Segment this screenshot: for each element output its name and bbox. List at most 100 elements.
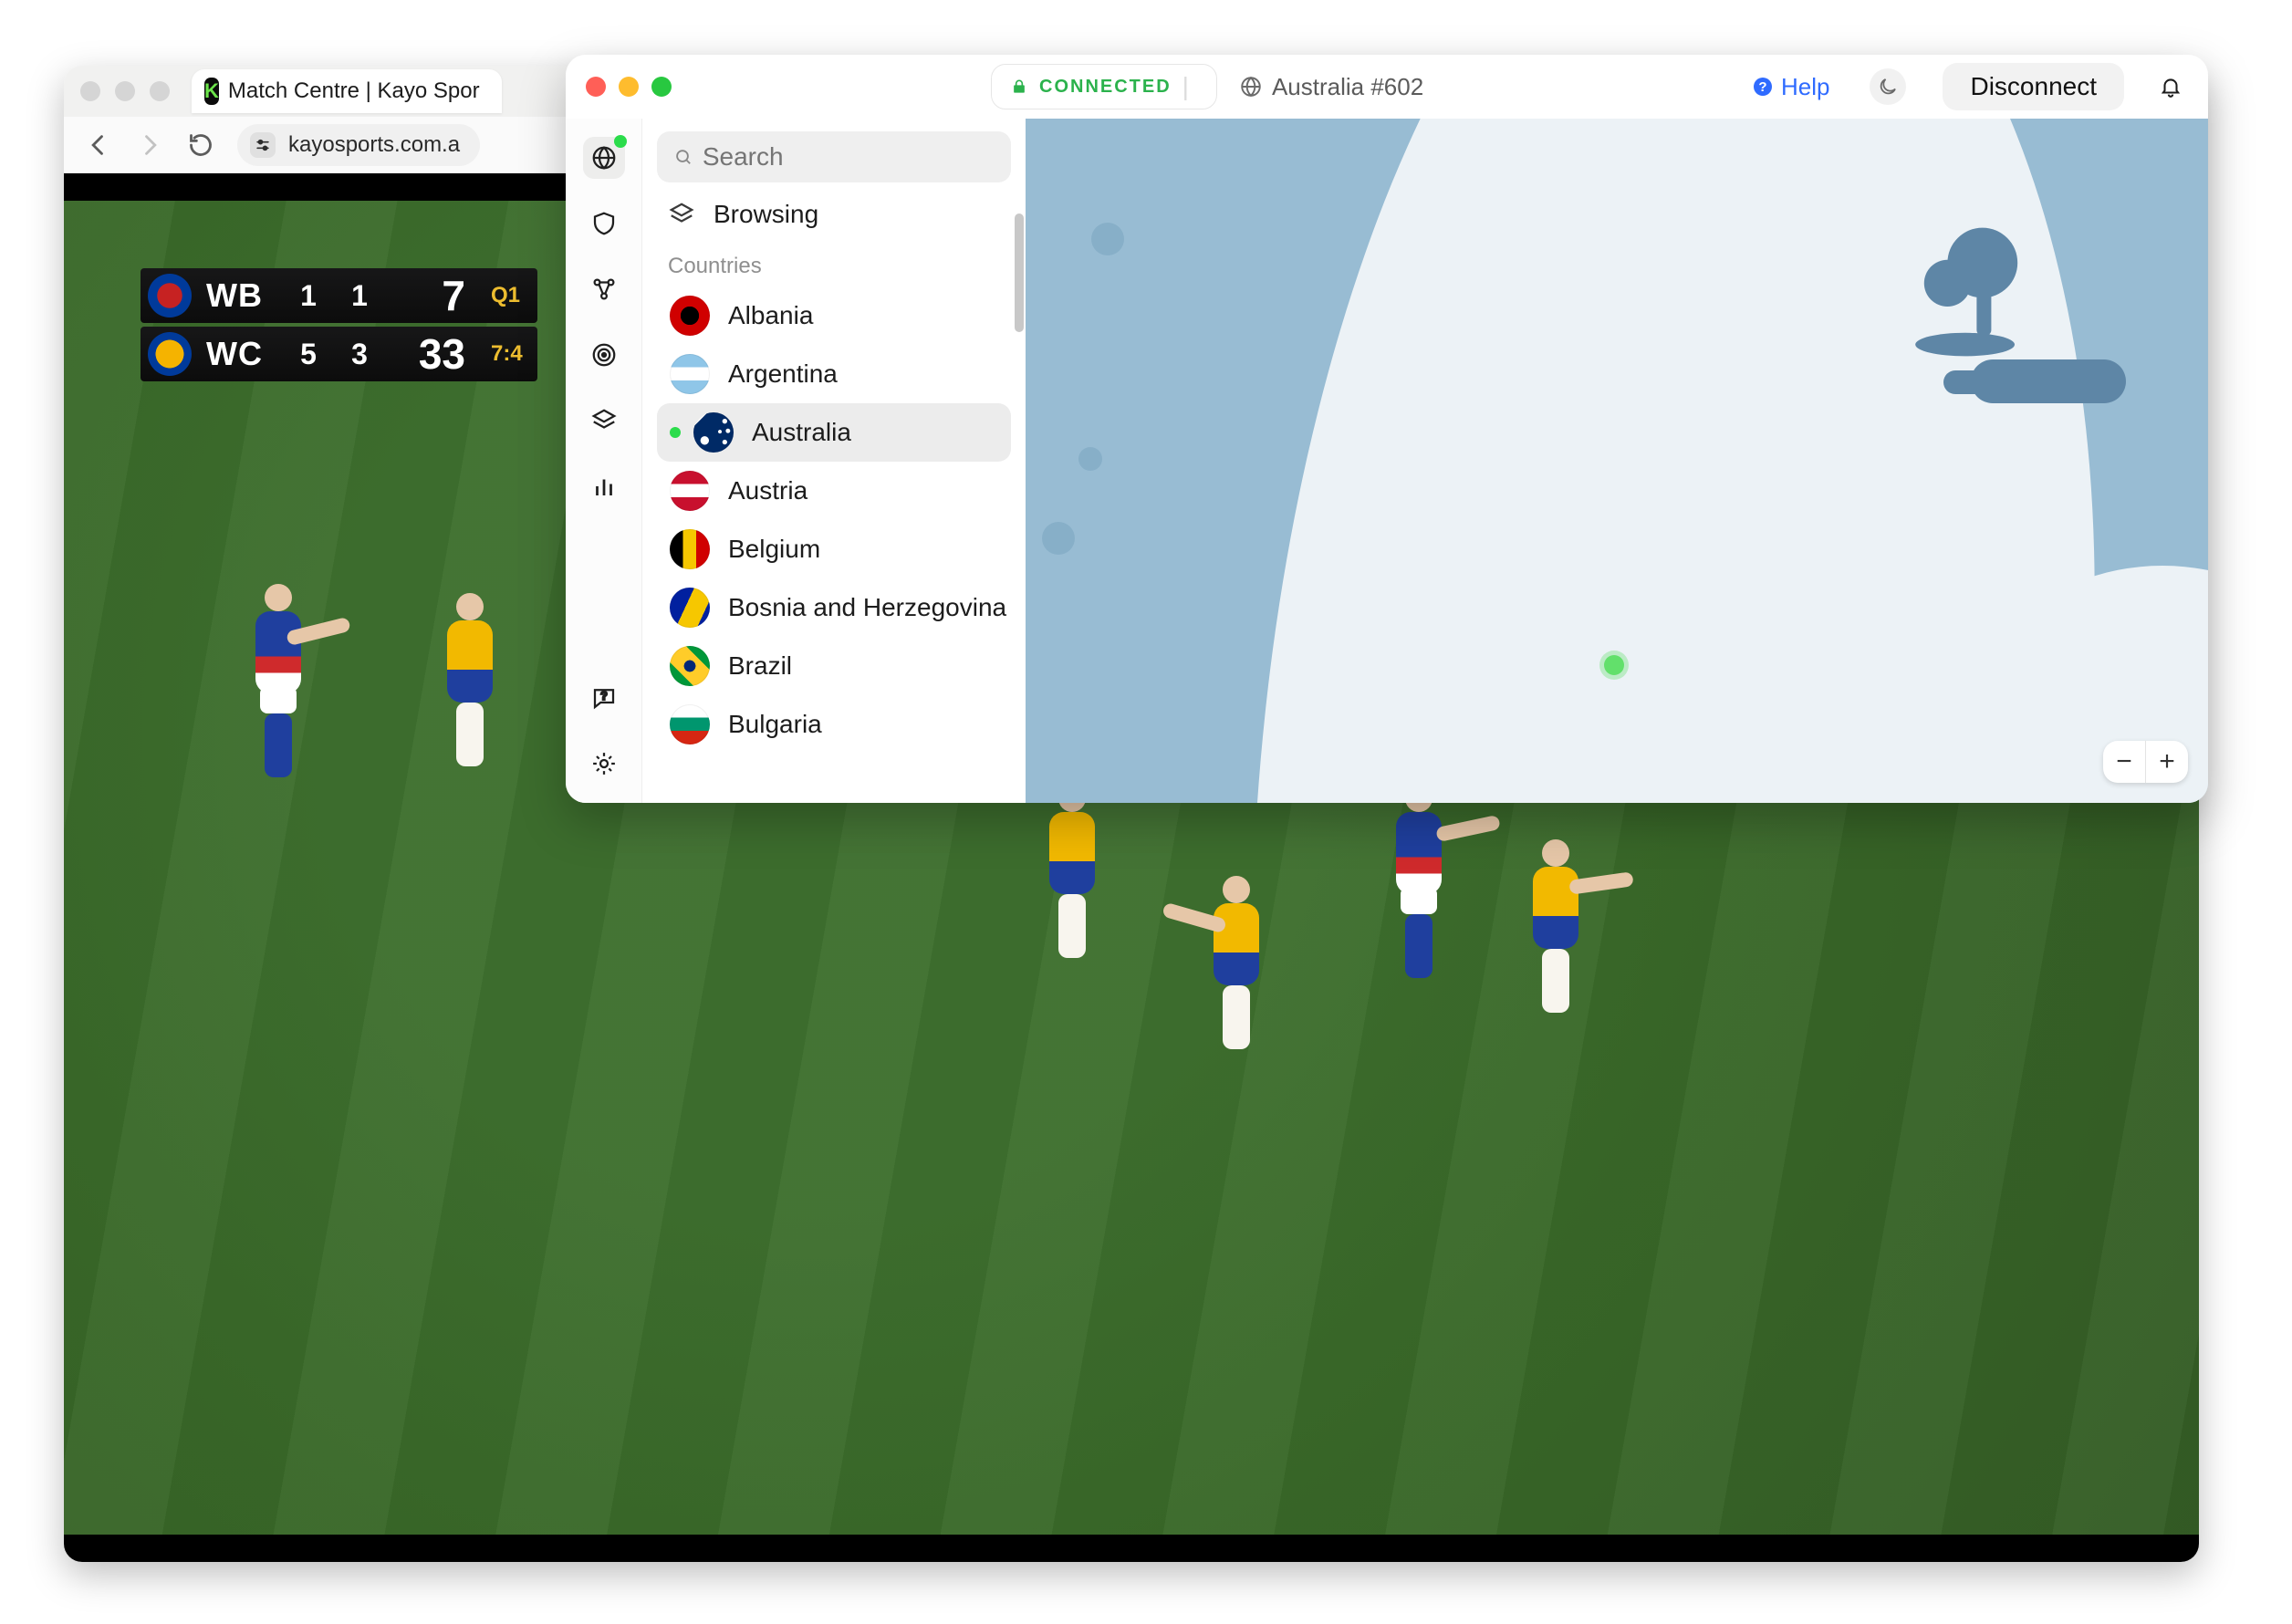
rail-shield[interactable] bbox=[583, 203, 625, 245]
country-row-at[interactable]: Austria bbox=[657, 462, 1011, 520]
globe-icon bbox=[590, 144, 618, 172]
browser-dot-min[interactable] bbox=[115, 81, 135, 101]
scrollbar-thumb[interactable] bbox=[1015, 213, 1024, 332]
bell-icon bbox=[2159, 75, 2183, 99]
browser-window-controls[interactable] bbox=[80, 81, 170, 101]
rail-layers[interactable] bbox=[583, 400, 625, 442]
country-name: Brazil bbox=[728, 651, 792, 681]
rail-servers[interactable] bbox=[583, 137, 625, 179]
browser-dot-max[interactable] bbox=[150, 81, 170, 101]
lock-icon bbox=[1010, 78, 1028, 96]
globe-icon bbox=[1239, 75, 1263, 99]
connection-status-pill: CONNECTED | bbox=[991, 64, 1217, 109]
help-icon: ? bbox=[1752, 76, 1774, 98]
map-tree-icon bbox=[1898, 219, 2044, 365]
team-total: 7 bbox=[392, 271, 465, 320]
country-name: Australia bbox=[752, 418, 851, 447]
tab-favicon: K bbox=[204, 78, 219, 105]
scoreboard-row: WC 5 3 33 7:4 bbox=[141, 327, 537, 381]
map-zoom-controls: − + bbox=[2103, 741, 2188, 783]
help-link[interactable]: ? Help bbox=[1752, 73, 1829, 101]
country-name: Argentina bbox=[728, 359, 838, 389]
player bbox=[447, 593, 493, 766]
moon-icon bbox=[1877, 76, 1899, 98]
period-label: Q1 bbox=[491, 283, 520, 308]
country-row-be[interactable]: Belgium bbox=[657, 520, 1011, 578]
country-name: Bulgaria bbox=[728, 710, 822, 739]
vpn-map[interactable]: − + bbox=[1026, 119, 2208, 803]
nav-back-button[interactable] bbox=[84, 130, 113, 160]
browser-tab-active[interactable]: K Match Centre | Kayo Spor bbox=[192, 69, 502, 113]
notifications-button[interactable] bbox=[2159, 75, 2183, 99]
vpn-body: ? Browsing Countries Albania Argentina Aus… bbox=[566, 119, 2208, 803]
flag-icon bbox=[670, 296, 710, 336]
map-dot bbox=[1042, 522, 1075, 555]
country-row-au[interactable]: Australia bbox=[657, 403, 1011, 462]
bars-icon bbox=[590, 473, 618, 500]
team-stat: 5 bbox=[290, 338, 327, 371]
nav-reload-button[interactable] bbox=[186, 130, 215, 160]
flag-icon bbox=[693, 412, 734, 453]
layers-icon bbox=[590, 407, 618, 434]
vpn-server-panel: Browsing Countries Albania Argentina Austr… bbox=[642, 119, 1026, 803]
rail-stats[interactable] bbox=[583, 465, 625, 507]
vpn-side-rail: ? bbox=[566, 119, 642, 803]
country-row-al[interactable]: Albania bbox=[657, 286, 1011, 345]
team-stat: 3 bbox=[341, 338, 378, 371]
country-row-ba[interactable]: Bosnia and Herzegovina bbox=[657, 578, 1011, 637]
window-minimize-button[interactable] bbox=[619, 77, 639, 97]
help-label: Help bbox=[1781, 73, 1829, 101]
gear-icon bbox=[590, 750, 618, 777]
rail-settings[interactable] bbox=[583, 743, 625, 785]
player bbox=[1214, 876, 1259, 1049]
server-location-marker[interactable] bbox=[1604, 655, 1624, 675]
preset-label: Browsing bbox=[714, 200, 818, 229]
site-settings-icon[interactable] bbox=[250, 132, 276, 158]
separator: | bbox=[1182, 72, 1189, 101]
connection-status-text: CONNECTED bbox=[1039, 77, 1172, 98]
country-name: Bosnia and Herzegovina bbox=[728, 593, 1006, 622]
current-server-label[interactable]: Australia #602 bbox=[1239, 73, 1423, 101]
countries-heading: Countries bbox=[657, 237, 1011, 286]
player bbox=[1396, 785, 1442, 978]
country-name: Albania bbox=[728, 301, 813, 330]
flag-icon bbox=[670, 646, 710, 686]
player bbox=[255, 584, 301, 777]
rail-radar[interactable] bbox=[583, 334, 625, 376]
player bbox=[1049, 785, 1095, 958]
zoom-in-button[interactable]: + bbox=[2146, 741, 2188, 783]
scoreboard-row: WB 1 1 7 Q1 bbox=[141, 268, 537, 323]
disconnect-label: Disconnect bbox=[1970, 72, 2097, 100]
window-zoom-button[interactable] bbox=[651, 77, 672, 97]
team-stat: 1 bbox=[341, 279, 378, 313]
scoreboard: WB 1 1 7 Q1 WC 5 3 33 7:4 bbox=[141, 268, 537, 385]
appearance-toggle[interactable] bbox=[1870, 68, 1906, 105]
preset-browsing[interactable]: Browsing bbox=[657, 182, 1011, 237]
zoom-out-button[interactable]: − bbox=[2103, 741, 2145, 783]
team-stat: 1 bbox=[290, 279, 327, 313]
tab-title: Match Centre | Kayo Spor bbox=[228, 78, 480, 104]
server-search[interactable] bbox=[657, 131, 1011, 182]
country-list[interactable]: Albania Argentina Australia Austria Belgium B… bbox=[657, 286, 1011, 803]
country-row-bg[interactable]: Bulgaria bbox=[657, 695, 1011, 754]
address-bar[interactable]: kayosports.com.a bbox=[237, 124, 480, 166]
connected-dot bbox=[670, 427, 681, 438]
vpn-titlebar: CONNECTED | Australia #602 ? Help Discon… bbox=[566, 55, 2208, 119]
rail-mesh[interactable] bbox=[583, 268, 625, 310]
window-close-button[interactable] bbox=[586, 77, 606, 97]
country-row-br[interactable]: Brazil bbox=[657, 637, 1011, 695]
country-name: Belgium bbox=[728, 535, 820, 564]
map-dot bbox=[1078, 447, 1102, 471]
rail-support[interactable]: ? bbox=[583, 677, 625, 719]
country-name: Austria bbox=[728, 476, 807, 505]
svg-text:?: ? bbox=[600, 690, 608, 703]
search-input[interactable] bbox=[703, 142, 995, 172]
country-row-ar[interactable]: Argentina bbox=[657, 345, 1011, 403]
nav-forward-button[interactable] bbox=[135, 130, 164, 160]
disconnect-button[interactable]: Disconnect bbox=[1943, 63, 2124, 110]
flag-icon bbox=[670, 471, 710, 511]
player bbox=[1533, 839, 1578, 1013]
browser-dot-close[interactable] bbox=[80, 81, 100, 101]
flag-icon bbox=[670, 354, 710, 394]
vpn-window-controls[interactable] bbox=[586, 77, 672, 97]
